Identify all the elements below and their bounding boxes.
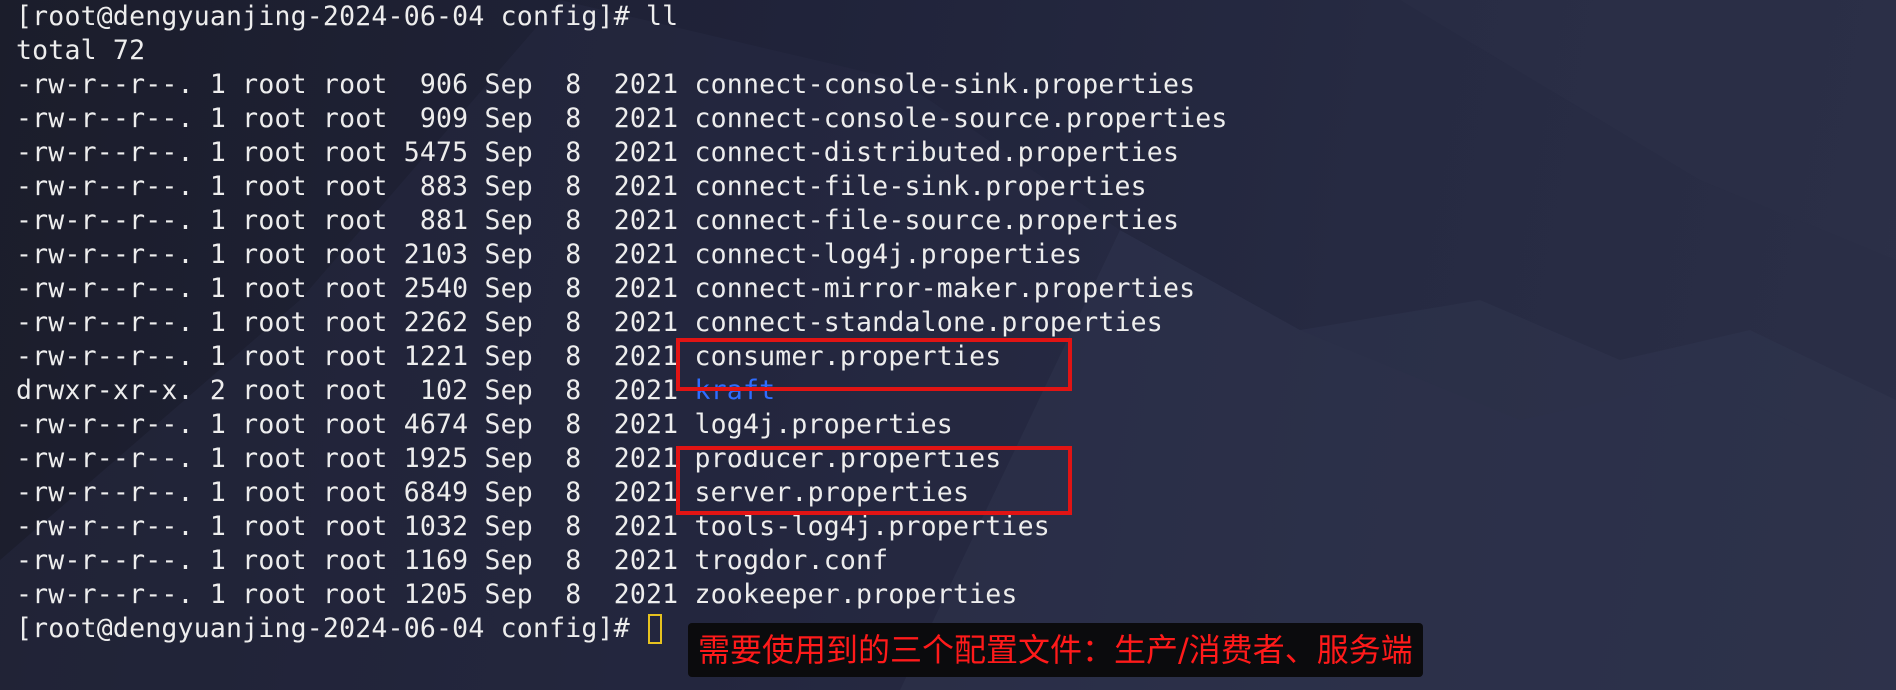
file-meta: -rw-r--r--. 1 root root 1205 Sep 8 2021 [16,579,695,610]
file-row: -rw-r--r--. 1 root root 883 Sep 8 2021 c… [16,170,1886,204]
file-row: -rw-r--r--. 1 root root 2262 Sep 8 2021 … [16,306,1886,340]
file-meta: -rw-r--r--. 1 root root 1925 Sep 8 2021 [16,443,695,474]
file-meta: -rw-r--r--. 1 root root 6849 Sep 8 2021 [16,477,695,508]
file-name: connect-console-source.properties [694,103,1228,134]
file-name: zookeeper.properties [694,579,1018,610]
file-meta: -rw-r--r--. 1 root root 909 Sep 8 2021 [16,103,695,134]
file-name: connect-mirror-maker.properties [694,273,1196,304]
file-row: -rw-r--r--. 1 root root 5475 Sep 8 2021 … [16,136,1886,170]
file-meta: drwxr-xr-x. 2 root root 102 Sep 8 2021 [16,375,695,406]
total-line: total 72 [16,35,146,66]
file-name: connect-console-sink.properties [694,69,1196,100]
file-row: -rw-r--r--. 1 root root 4674 Sep 8 2021 … [16,408,1886,442]
text-cursor [648,614,663,644]
file-row: -rw-r--r--. 1 root root 1169 Sep 8 2021 … [16,544,1886,578]
file-meta: -rw-r--r--. 1 root root 906 Sep 8 2021 [16,69,695,100]
file-meta: -rw-r--r--. 1 root root 2540 Sep 8 2021 [16,273,695,304]
file-meta: -rw-r--r--. 1 root root 1221 Sep 8 2021 [16,341,695,372]
file-name: connect-log4j.properties [694,239,1083,270]
highlight-producer-server-box [676,446,1072,515]
file-meta: -rw-r--r--. 1 root root 1169 Sep 8 2021 [16,545,695,576]
file-name: connect-file-source.properties [694,205,1180,236]
file-name: tools-log4j.properties [694,511,1050,542]
file-row: -rw-r--r--. 1 root root 2103 Sep 8 2021 … [16,238,1886,272]
file-meta: -rw-r--r--. 1 root root 5475 Sep 8 2021 [16,137,695,168]
file-meta: -rw-r--r--. 1 root root 4674 Sep 8 2021 [16,409,695,440]
file-name: connect-file-sink.properties [694,171,1147,202]
file-name: trogdor.conf [694,545,889,576]
file-row: -rw-r--r--. 1 root root 2540 Sep 8 2021 … [16,272,1886,306]
file-meta: -rw-r--r--. 1 root root 2103 Sep 8 2021 [16,239,695,270]
file-row: -rw-r--r--. 1 root root 1205 Sep 8 2021 … [16,578,1886,612]
highlight-consumer-box [676,338,1072,391]
annotation-caption: 需要使用到的三个配置文件：生产/消费者、服务端 [688,623,1423,677]
file-meta: -rw-r--r--. 1 root root 883 Sep 8 2021 [16,171,695,202]
file-meta: -rw-r--r--. 1 root root 881 Sep 8 2021 [16,205,695,236]
file-name: connect-distributed.properties [694,137,1180,168]
prompt-text: [root@dengyuanjing-2024-06-04 config]# [16,613,647,644]
file-name: connect-standalone.properties [694,307,1163,338]
file-meta: -rw-r--r--. 1 root root 1032 Sep 8 2021 [16,511,695,542]
file-meta: -rw-r--r--. 1 root root 2262 Sep 8 2021 [16,307,695,338]
file-row: -rw-r--r--. 1 root root 1032 Sep 8 2021 … [16,510,1886,544]
command-line: [root@dengyuanjing-2024-06-04 config]# l… [16,1,679,32]
terminal-output: [root@dengyuanjing-2024-06-04 config]# l… [16,0,1886,646]
file-name: log4j.properties [694,409,953,440]
file-row: -rw-r--r--. 1 root root 909 Sep 8 2021 c… [16,102,1886,136]
file-row: -rw-r--r--. 1 root root 906 Sep 8 2021 c… [16,68,1886,102]
file-row: -rw-r--r--. 1 root root 881 Sep 8 2021 c… [16,204,1886,238]
